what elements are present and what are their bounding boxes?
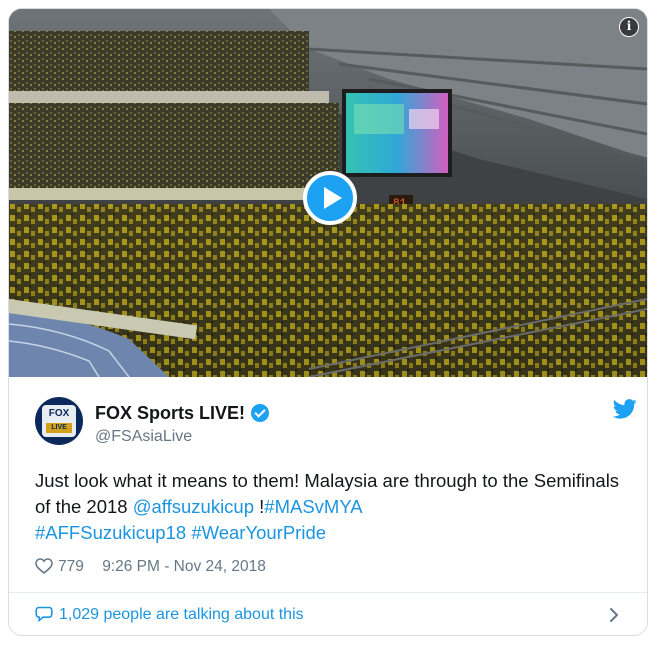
heart-icon: [35, 558, 53, 574]
timestamp-link[interactable]: 9:26 PM - Nov 24, 2018: [102, 558, 266, 575]
footer-divider: [9, 592, 647, 593]
tweet-text: Just look what it means to them! Malaysi…: [35, 470, 620, 543]
account-name-text: FOX Sports LIVE!: [95, 403, 246, 423]
hashtag-link-wearyourpride[interactable]: #WearYourPride: [191, 522, 326, 543]
talking-about-text: 1,029 people are talking about this: [59, 606, 304, 623]
chevron-right-icon[interactable]: [607, 607, 621, 623]
info-icon[interactable]: i: [619, 17, 639, 37]
tweet-author-header: FOX LIVE FOX Sports LIVE! @FSAsiaLive: [35, 397, 637, 457]
tweet-media-video[interactable]: 81 i: [9, 9, 647, 377]
verified-badge-icon: [251, 404, 270, 422]
speech-bubble-icon: [35, 606, 53, 622]
play-button[interactable]: [303, 171, 357, 225]
avatar[interactable]: FOX LIVE: [35, 397, 83, 445]
like-count: 779: [58, 558, 84, 575]
hashtag-link-masvmya[interactable]: #MASvMYA: [264, 496, 362, 517]
play-icon: [324, 187, 342, 209]
account-name[interactable]: FOX Sports LIVE!: [95, 403, 270, 424]
tweet-meta: 779 9:26 PM - Nov 24, 2018: [35, 558, 266, 578]
mention-link[interactable]: @affsuzukicup: [133, 496, 254, 517]
talking-about-link[interactable]: 1,029 people are talking about this: [35, 606, 635, 626]
tweet-card: 81 i FOX LIVE FOX Sports LIV: [8, 8, 648, 636]
twitter-bird-icon[interactable]: [613, 399, 637, 419]
like-button[interactable]: 779: [35, 558, 88, 575]
account-handle[interactable]: @FSAsiaLive: [95, 428, 192, 446]
hashtag-link-affsuzukicup18[interactable]: #AFFSuzukicup18: [35, 522, 186, 543]
fox-sports-logo: FOX LIVE: [42, 405, 76, 437]
